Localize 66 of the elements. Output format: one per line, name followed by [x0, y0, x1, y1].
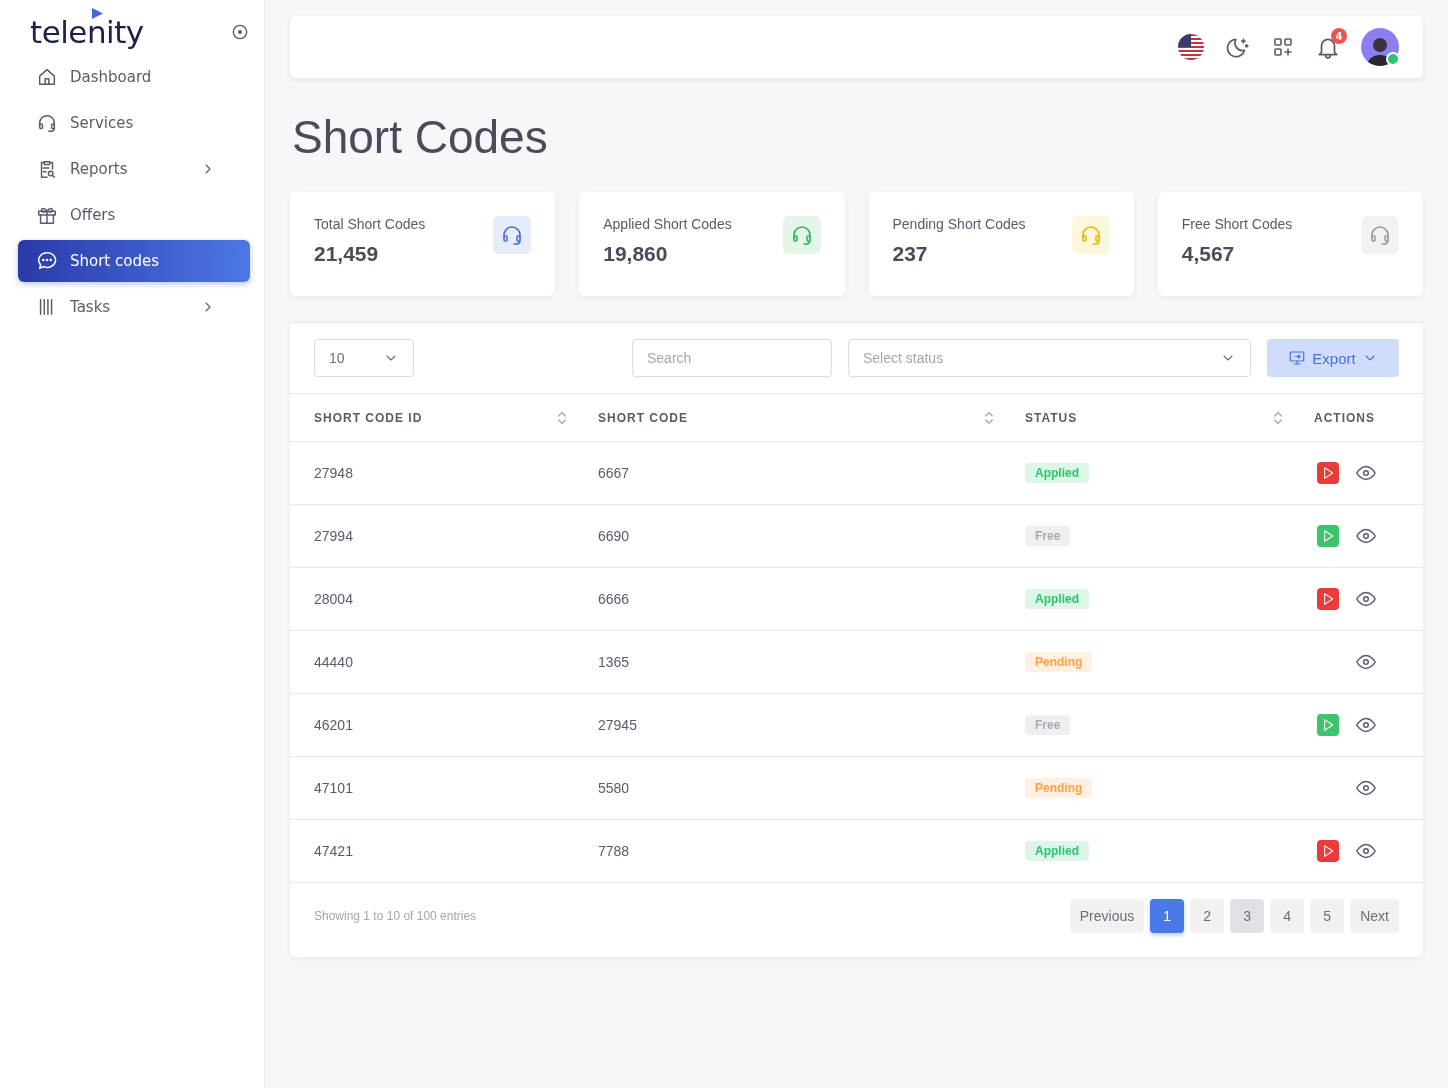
- table-cell-text: 44440: [314, 654, 354, 670]
- table-cell-text: 7788: [598, 843, 631, 859]
- avatar[interactable]: [1361, 28, 1399, 66]
- table-cell-text: 5580: [598, 780, 631, 796]
- status-tag: Free: [1025, 526, 1071, 546]
- headset-icon: [36, 112, 58, 134]
- play-button[interactable]: [1317, 462, 1339, 484]
- notification-badge: 4: [1331, 28, 1347, 44]
- stat-label: Free Short Codes: [1181, 216, 1293, 232]
- table-cell-text: 1365: [598, 654, 631, 670]
- stat-value: 4,567: [1181, 242, 1236, 266]
- play-button[interactable]: [1317, 588, 1339, 610]
- table-cell-text: 47101: [314, 780, 354, 796]
- sidebar-item[interactable]: Tasks: [18, 286, 250, 328]
- status-tag: Pending: [1025, 652, 1093, 672]
- chat-bubble-icon: [36, 250, 58, 272]
- table-cell-text: 27994: [314, 528, 354, 544]
- home-icon: [36, 66, 58, 88]
- sidebar-item[interactable]: Services: [18, 102, 250, 144]
- page-button[interactable]: 1: [1150, 899, 1185, 933]
- stat-label: Applied Short Codes: [603, 216, 732, 232]
- stat-value: 237: [892, 242, 929, 266]
- status-tag: Free: [1025, 715, 1071, 735]
- page-button[interactable]: 3: [1230, 899, 1265, 933]
- table-cell-text: 27948: [314, 465, 354, 481]
- previous-button[interactable]: Previous: [1069, 899, 1145, 933]
- table-cell-text: 6690: [598, 528, 631, 544]
- flag-icon[interactable]: [1177, 33, 1205, 61]
- sidebar-item[interactable]: Offers: [18, 194, 250, 236]
- export-button[interactable]: Export: [1267, 339, 1399, 377]
- sidebar-item[interactable]: Short codes: [18, 240, 250, 282]
- status-tag: Applied: [1025, 841, 1089, 861]
- column-header[interactable]: SHORT CODE ID: [314, 410, 423, 425]
- search-field[interactable]: Search: [632, 339, 832, 377]
- entries-summary: Showing 1 to 10 of 100 entries: [314, 909, 477, 923]
- table-cell-text: 47421: [314, 843, 354, 859]
- table-cell-text: 6667: [598, 465, 631, 481]
- page-size-select[interactable]: 10: [314, 339, 414, 377]
- sidebar-item[interactable]: Reports: [18, 148, 250, 190]
- headset-icon: [1368, 223, 1392, 247]
- column-header: ACTIONS: [1314, 410, 1375, 425]
- stat-value: 21,459: [314, 242, 380, 266]
- column-header[interactable]: SHORT CODE: [598, 410, 688, 425]
- grid-plus-icon: [1271, 35, 1295, 59]
- sidebar-item[interactable]: Dashboard: [18, 56, 250, 98]
- play-button[interactable]: [1317, 840, 1339, 862]
- column-header[interactable]: STATUS: [1025, 410, 1078, 425]
- stat-value: 19,860: [603, 242, 669, 266]
- triangle-icon: [92, 7, 103, 19]
- page-button[interactable]: 5: [1310, 899, 1345, 933]
- page-title: Short Codes: [292, 114, 549, 160]
- stat-label: Total Short Codes: [314, 216, 426, 232]
- status-tag: Pending: [1025, 778, 1093, 798]
- page-button[interactable]: 2: [1190, 899, 1225, 933]
- table-cell-text: 28004: [314, 591, 354, 607]
- radio-circle-icon: [230, 22, 250, 42]
- status-tag: Applied: [1025, 463, 1089, 483]
- table-cell-text: 27945: [598, 717, 638, 733]
- monitor-icon: [1288, 349, 1307, 367]
- table-cell-text: 6666: [598, 591, 631, 607]
- stat-label: Pending Short Codes: [892, 216, 1026, 232]
- logo: telenity: [30, 16, 144, 48]
- table-cell-text: 46201: [314, 717, 354, 733]
- next-button[interactable]: Next: [1350, 899, 1399, 933]
- page-button[interactable]: 4: [1270, 899, 1305, 933]
- status-tag: Applied: [1025, 589, 1089, 609]
